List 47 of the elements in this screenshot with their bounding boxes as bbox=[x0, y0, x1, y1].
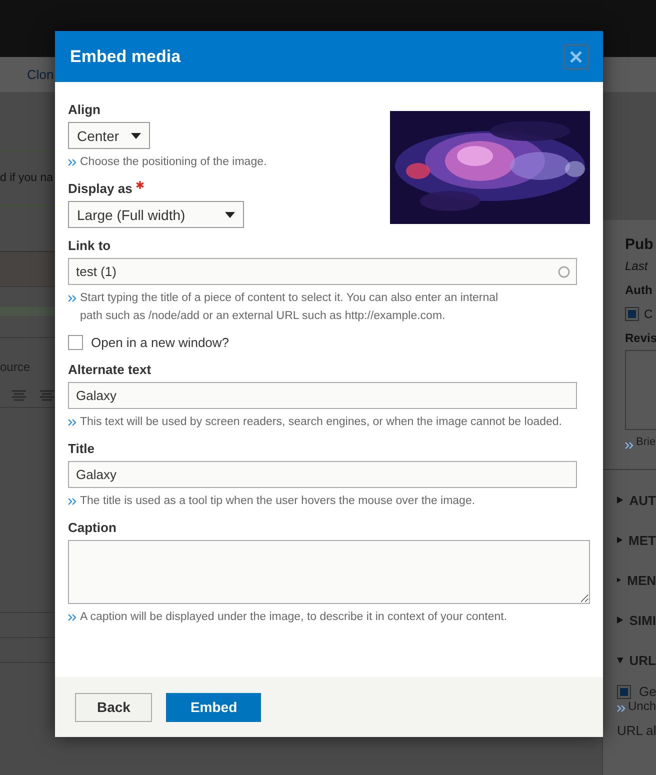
help-text: Unch bbox=[628, 699, 656, 713]
double-chevron-icon bbox=[68, 614, 76, 621]
help-text: Brie bbox=[636, 436, 656, 449]
help-text: Start typing the title of a piece of content to select it. You can also enter an internal path such as /node/add or an external URL such as http://example.com. bbox=[80, 291, 500, 324]
help-text: Choose the positioning of the image. bbox=[80, 155, 267, 170]
sidebar-heading: Pub bbox=[625, 236, 654, 253]
caret-icon bbox=[131, 132, 142, 138]
caret-icon bbox=[225, 212, 235, 218]
primary-button[interactable]: Embed bbox=[166, 692, 262, 722]
field-label: Alternate text bbox=[68, 362, 152, 377]
throbber-icon bbox=[558, 266, 570, 278]
double-chevron-icon bbox=[68, 498, 76, 505]
double-chevron-icon bbox=[68, 295, 76, 302]
help-text: This text will be used by screen readers, search engines, or when the image cannot be loaded. bbox=[80, 415, 562, 430]
double-chevron-icon bbox=[68, 159, 76, 166]
select-dropdown[interactable]: Center bbox=[68, 122, 150, 149]
field-label: Display as bbox=[68, 181, 132, 196]
select-dropdown[interactable]: Large (Full width) bbox=[68, 201, 244, 228]
checkbox[interactable] bbox=[617, 684, 631, 698]
field-label: Caption bbox=[68, 520, 116, 535]
align-icon bbox=[12, 390, 26, 401]
field-label: Align bbox=[68, 102, 100, 117]
double-chevron-icon bbox=[68, 419, 76, 426]
checkbox-label: Ge bbox=[639, 684, 656, 699]
align-icon bbox=[40, 390, 54, 401]
revision-textarea[interactable] bbox=[625, 350, 656, 430]
help-text: The title is used as a tool tip when the user hovers the mouse over the image. bbox=[80, 494, 476, 509]
close-icon bbox=[570, 50, 582, 62]
field-label: Title bbox=[68, 441, 94, 456]
caption-textarea[interactable] bbox=[68, 540, 590, 604]
help-text: A caption will be displayed under the image, to describe it in context of your content. bbox=[80, 610, 508, 625]
autocomplete-field[interactable]: test (1) bbox=[68, 258, 577, 285]
sidebar-meta: Last bbox=[625, 259, 649, 273]
text-field[interactable]: Galaxy bbox=[68, 461, 577, 488]
dialog-title: Embed media bbox=[70, 46, 181, 66]
checkbox-label: Open in a new window? bbox=[91, 335, 230, 350]
text-field[interactable]: Galaxy bbox=[68, 382, 577, 409]
field-label: Link to bbox=[68, 238, 111, 253]
author-label: Auth bbox=[625, 283, 654, 297]
checkbox[interactable] bbox=[625, 307, 639, 321]
url-alias-label: URL al bbox=[617, 723, 656, 738]
checkbox-label: C bbox=[644, 307, 653, 321]
close-button[interactable] bbox=[563, 44, 589, 70]
double-chevron-icon bbox=[625, 442, 633, 449]
secondary-button[interactable]: Back bbox=[75, 692, 152, 722]
double-chevron-icon bbox=[617, 705, 625, 712]
checkbox[interactable] bbox=[68, 335, 83, 350]
